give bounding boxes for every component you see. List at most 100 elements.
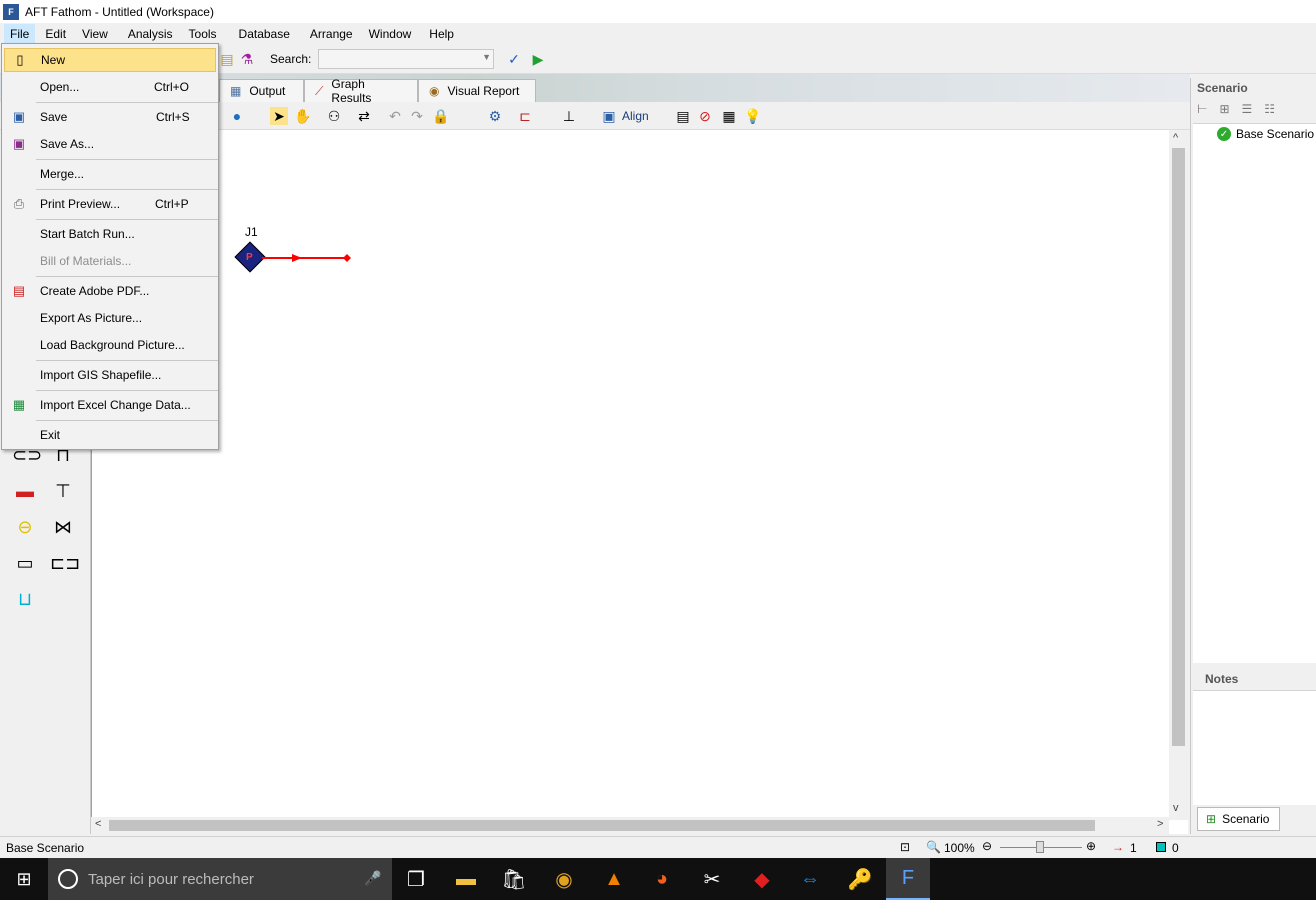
hand-icon[interactable]: ✋ [294,107,312,125]
vertical-scrollbar[interactable]: ^ v [1169,130,1188,820]
menu-item-new[interactable]: ▯ New [4,48,216,72]
menu-item-exit[interactable]: Exit [4,423,216,447]
zoom-icon[interactable]: 🔍 [926,840,941,854]
firefox-icon[interactable]: ◕ [640,858,684,900]
menu-item-start-batch-run[interactable]: Start Batch Run... [4,222,216,246]
orifice-icon[interactable]: ⊏⊐ [50,552,80,574]
lock-icon[interactable]: 🔒 [432,107,450,125]
align-label[interactable]: Align [622,109,649,123]
snipping-tool-icon[interactable]: ✂ [690,858,734,900]
scroll-right-icon[interactable]: > [1157,818,1163,830]
filter-icon[interactable]: ▭ [12,552,38,574]
menu-item-save-as[interactable]: ▣ Save As... [4,132,216,156]
undo-icon[interactable]: ↶ [386,107,404,125]
menu-item-export-picture[interactable]: Export As Picture... [4,306,216,330]
menu-database[interactable]: Database [233,24,296,44]
scroll-down-icon[interactable]: v [1173,802,1179,814]
menu-view[interactable]: View [76,24,114,44]
microphone-icon[interactable]: 🎤 [364,870,381,887]
menu-item-open[interactable]: Open... Ctrl+O [4,75,216,99]
menu-separator [36,189,218,190]
redo-icon[interactable]: ↷ [408,107,426,125]
menu-analysis[interactable]: Analysis [122,24,179,44]
task-view-icon[interactable]: ❐ [394,858,438,900]
scroll-up-icon[interactable]: ^ [1173,132,1178,144]
scenario-list-icon[interactable]: ☰ [1242,102,1253,122]
table-icon[interactable]: ▦ [720,107,738,125]
pipe-draw-icon[interactable]: ⊏ [516,107,534,125]
reservoir-icon[interactable]: ⊔ [12,588,38,610]
menu-tools[interactable]: Tools [183,24,223,44]
zoom-level: 100% [944,841,975,855]
menu-file[interactable]: File [4,24,36,44]
menu-help[interactable]: Help [423,24,460,44]
menu-edit[interactable]: Edit [39,24,72,44]
scroll-thumb[interactable] [1172,148,1185,746]
menu-item-print-preview[interactable]: ⎙ Print Preview... Ctrl+P [4,192,216,216]
swap-icon[interactable]: ⇄ [355,107,373,125]
run-icon[interactable]: ▶ [529,50,547,68]
chevron-down-icon[interactable]: ▼ [482,52,491,62]
pipe-p1[interactable] [262,252,354,264]
zoom-in-icon[interactable]: ⊕ [1086,839,1096,853]
tab-output[interactable]: ▦ Output [219,79,304,102]
zoom-out-icon[interactable]: ⊖ [982,839,992,853]
check-icon[interactable]: ✓ [505,50,523,68]
menu-arrange[interactable]: Arrange [304,24,359,44]
menu-item-import-excel[interactable]: ▦ Import Excel Change Data... [4,393,216,417]
group-icon[interactable]: ⚙ [486,107,504,125]
scenario-tree-icon[interactable]: ⊞ [1219,102,1229,122]
folder-icon[interactable]: ▤ [218,50,236,68]
tab-graph-results[interactable]: ⟋ Graph Results [304,77,418,105]
menu-separator [36,159,218,160]
notes-area[interactable] [1193,690,1316,805]
store-icon[interactable]: 🛍 [492,858,536,900]
search-input[interactable]: ▼ [318,49,494,69]
pump-icon[interactable]: ⊖ [12,516,38,538]
key-icon[interactable]: 🔑 [838,858,882,900]
axis-icon[interactable]: ⊥ [560,107,578,125]
binoculars-icon[interactable]: ⚇ [325,107,343,125]
valve-icon[interactable]: ⋈ [50,516,76,538]
globe-icon[interactable]: ● [228,107,246,125]
aft-fathom-taskbar-icon[interactable]: F [886,858,930,900]
spray-icon[interactable]: ⊤ [50,480,76,502]
taskbar-search[interactable]: Taper ici pour rechercher 🎤 [48,858,392,900]
chrome-icon[interactable]: ◉ [542,858,586,900]
avira-icon[interactable]: ◆ [740,858,784,900]
zoom-slider-thumb[interactable] [1036,841,1044,853]
scenario-delete-icon[interactable]: ☷ [1264,102,1275,122]
windows-start-icon[interactable]: ⊞ [0,858,48,900]
status-bar: Base Scenario ⊡ 🔍 100% ⊖ ⊕ → 1 0 [0,836,1316,858]
flask-icon[interactable]: ⚗ [238,50,256,68]
check-circle-icon: ✓ [1217,127,1231,141]
scroll-left-icon[interactable]: < [95,818,101,830]
scenario-add-icon[interactable]: ⊢ [1197,102,1207,122]
menu-item-load-background[interactable]: Load Background Picture... [4,333,216,357]
align-icon[interactable]: ▣ [600,107,618,125]
teamviewer-icon[interactable]: ⇔ [788,858,832,900]
horizontal-scrollbar[interactable]: < > [91,817,1169,834]
pointer-icon[interactable]: ➤ [270,107,288,125]
fit-icon[interactable]: ⊡ [900,840,910,854]
menu-item-save[interactable]: ▣ Save Ctrl+S [4,105,216,129]
pdf-icon: ▤ [12,283,26,298]
save-icon: ▣ [12,109,26,124]
vlc-icon[interactable]: ▲ [592,858,636,900]
search-label: Search: [270,52,312,66]
menu-window[interactable]: Window [363,24,418,44]
tree-item-base-scenario[interactable]: ✓ Base Scenario [1217,127,1314,141]
scroll-thumb[interactable] [109,820,1095,831]
junction-count-icon [1156,842,1166,852]
tab-scenario[interactable]: ⊞ Scenario [1197,807,1280,831]
tab-visual-report[interactable]: ◉ Visual Report [418,79,536,102]
menu-item-merge[interactable]: Merge... [4,162,216,186]
menu-item-import-gis[interactable]: Import GIS Shapefile... [4,363,216,387]
lightbulb-icon[interactable]: 💡 [744,107,762,125]
menu-separator [36,360,218,361]
menu-item-create-pdf[interactable]: ▤ Create Adobe PDF... [4,279,216,303]
file-explorer-icon[interactable]: ▬ [444,858,488,900]
heat-exchanger-icon[interactable]: ▬ [12,480,38,502]
report-icon[interactable]: ▤ [674,107,692,125]
stop-icon[interactable]: ⊘ [696,107,714,125]
